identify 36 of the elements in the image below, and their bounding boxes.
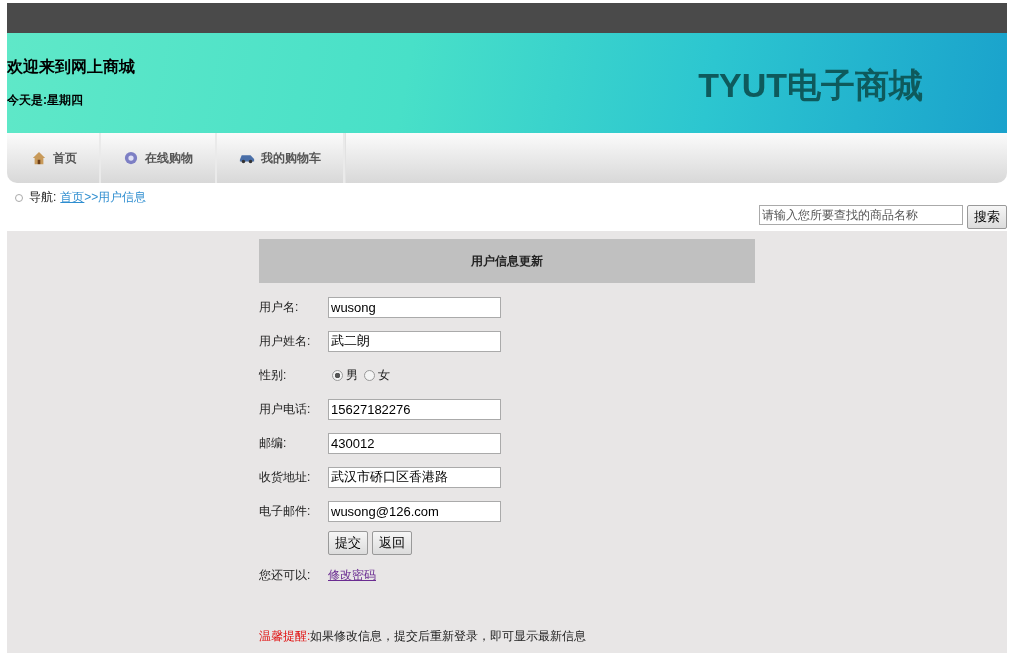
- radio-button[interactable]: [364, 369, 375, 381]
- nav-link[interactable]: 首页: [7, 133, 101, 183]
- field-label: 用户名:: [259, 298, 300, 316]
- input-field[interactable]: 武汉市硚口区香港路: [328, 466, 501, 488]
- input-field[interactable]: wusong: [328, 296, 501, 318]
- input-field[interactable]: 430012: [328, 432, 501, 454]
- field-label: 用户姓名:: [259, 332, 312, 350]
- field-label: 用户电话:: [259, 400, 312, 418]
- radio-label: 女: [378, 366, 390, 384]
- form-button[interactable]: 提交: [328, 531, 368, 555]
- field-label: 您还可以:: [259, 566, 312, 584]
- house-icon: [31, 151, 47, 165]
- date-text: 今天是:星期四: [7, 92, 84, 109]
- radio-label: 男: [346, 366, 358, 384]
- welcome-text: 欢迎来到网上商城: [7, 57, 135, 77]
- nav-link[interactable]: 在线购物: [101, 133, 217, 183]
- change-password-link[interactable]: 修改密码: [328, 566, 376, 584]
- form-button[interactable]: 返回: [372, 531, 412, 555]
- breadcrumb-current: >>用户信息: [84, 189, 147, 206]
- input-field[interactable]: 武二朗: [328, 330, 501, 352]
- input-field[interactable]: wusong@126.com: [328, 500, 501, 522]
- breadcrumb-link[interactable]: 首页: [60, 189, 85, 206]
- field-label: 收货地址:: [259, 468, 312, 486]
- field-label: 电子邮件:: [259, 502, 312, 520]
- radio-button[interactable]: [332, 369, 343, 381]
- nav-link[interactable]: 我的购物车: [217, 133, 345, 183]
- site-logo: TYUT电子商城: [698, 65, 923, 106]
- breadcrumb-label: 导航:: [29, 189, 57, 206]
- search-button[interactable]: 搜索: [967, 205, 1007, 229]
- input-field[interactable]: 15627182276: [328, 398, 501, 420]
- tip-text: 温馨提醒:如果修改信息，提交后重新登录，即可显示最新信息: [259, 628, 588, 644]
- field-label: 邮编:: [259, 434, 288, 452]
- form-title: 用户信息更新: [259, 239, 755, 283]
- field-label: 性别:: [259, 366, 288, 384]
- search-field[interactable]: 请输入您所要查找的商品名称: [759, 205, 963, 225]
- disc-icon: [123, 151, 139, 165]
